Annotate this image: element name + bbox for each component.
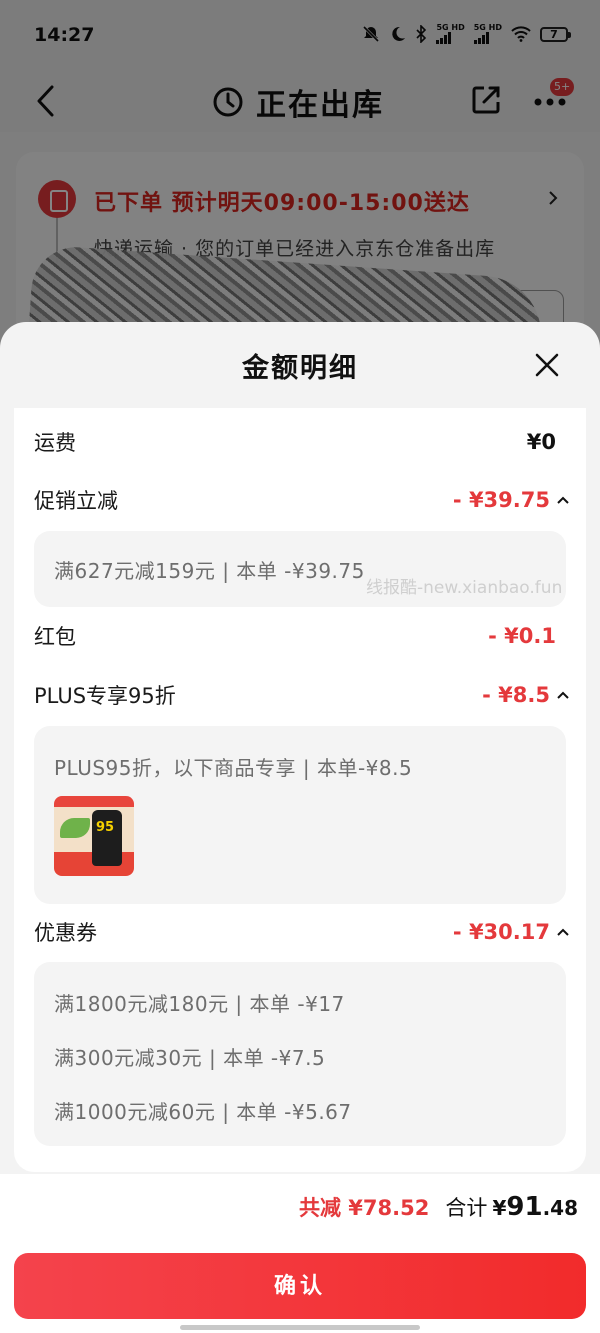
footer-bar: 共减 ¥78.52 合计 ¥91.48 确认 [0, 1174, 600, 1333]
coupon-detail-line: 满1000元减60元 | 本单 -¥5.67 [54, 1100, 352, 1124]
row-shipping: 运费 ¥0 [34, 422, 570, 462]
product-bottle-graphic [92, 810, 122, 866]
coupon-detail-box: 满1800元减180元 | 本单 -¥17 满300元减30元 | 本单 -¥7… [34, 962, 566, 1146]
coupon-label: 优惠券 [34, 921, 97, 945]
promo-detail-line: 满627元减159元 | 本单 -¥39.75 [54, 559, 365, 583]
chevron-up-icon[interactable] [556, 495, 570, 505]
coupon-detail-line: 满300元减30元 | 本单 -¥7.5 [54, 1046, 326, 1070]
promo-amount: - ¥39.75 [452, 488, 550, 512]
coupon-amount-group[interactable]: - ¥30.17 [453, 920, 570, 944]
row-red-packet: 红包 - ¥0.1 [34, 616, 570, 656]
plus-label: PLUS专享95折 [34, 684, 176, 708]
row-plus[interactable]: PLUS专享95折 - ¥8.5 [34, 675, 570, 715]
red-packet-label: 红包 [34, 625, 76, 649]
total-decimal: .48 [542, 1196, 578, 1220]
sheet-title: 金额明细 [242, 353, 358, 384]
total-currency: ¥ [492, 1196, 507, 1220]
total-saved: 共减 ¥78.52 [299, 1196, 430, 1220]
total-price-group: 合计 ¥91.48 [445, 1192, 578, 1222]
row-coupon[interactable]: 优惠券 - ¥30.17 [34, 912, 570, 952]
home-indicator[interactable] [180, 1325, 420, 1330]
chevron-up-icon[interactable] [556, 690, 570, 700]
red-packet-amount: - ¥0.1 [488, 624, 556, 648]
chevron-up-icon[interactable] [556, 927, 570, 937]
detail-card: 运费 ¥0 促销立减 - ¥39.75 满627元减159元 | 本单 -¥39… [14, 408, 586, 1172]
product-leaf-graphic [60, 818, 90, 838]
plus-detail-box: PLUS95折，以下商品专享 | 本单-¥8.5 [34, 726, 566, 904]
coupon-detail-line: 满1800元减180元 | 本单 -¥17 [54, 992, 345, 1016]
plus-amount-group[interactable]: - ¥8.5 [482, 683, 570, 707]
total-integer: 91 [506, 1192, 543, 1222]
plus-amount: - ¥8.5 [482, 683, 550, 707]
totals-group: 共减 ¥78.52 合计 ¥91.48 [299, 1192, 578, 1222]
shipping-amount: ¥0 [526, 430, 556, 454]
coupon-amount: - ¥30.17 [452, 920, 550, 944]
row-promo[interactable]: 促销立减 - ¥39.75 [34, 480, 570, 520]
plus-detail-line: PLUS95折，以下商品专享 | 本单-¥8.5 [54, 756, 413, 780]
shipping-label: 运费 [34, 431, 76, 455]
close-icon[interactable] [534, 352, 560, 378]
promo-label: 促销立减 [34, 489, 118, 513]
watermark-text: 线报酷-new.xianbao.fun [366, 578, 563, 598]
confirm-button[interactable]: 确认 [14, 1253, 586, 1319]
promo-amount-group[interactable]: - ¥39.75 [453, 488, 570, 512]
product-thumbnail[interactable] [54, 796, 134, 876]
total-label: 合计 [445, 1196, 488, 1220]
